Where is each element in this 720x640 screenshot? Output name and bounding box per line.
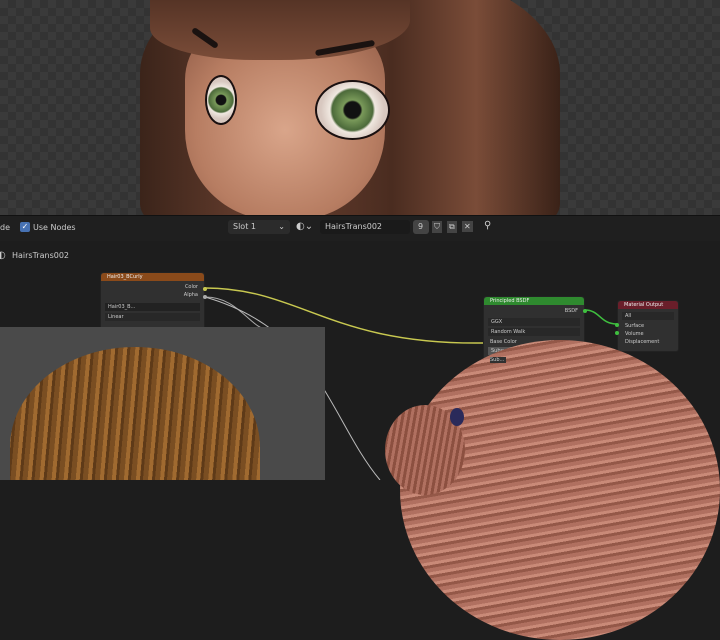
output-color: Color <box>184 284 198 290</box>
alpha-link <box>204 296 271 331</box>
output-bsdf: BSDF <box>564 308 578 314</box>
socket-bsdf[interactable] <box>583 309 587 313</box>
input-displacement: Displacement <box>625 339 660 345</box>
render-hair-tie <box>450 408 464 426</box>
node-title: Hair03_BCurly <box>101 273 204 281</box>
input-subsurface-radius: Sub... <box>490 357 507 363</box>
input-surface: Surface <box>625 323 645 329</box>
output-alpha: Alpha <box>183 292 198 298</box>
socket-volume[interactable] <box>615 331 619 335</box>
material-output-node[interactable]: Material Output All Surface Volume Displ… <box>615 300 679 352</box>
image-field[interactable]: Hair03_B... <box>105 303 200 311</box>
image-texture-node[interactable]: Hair03_BCurly Color Alpha Hair03_B... Li… <box>100 272 207 330</box>
render-hair-head <box>400 340 720 640</box>
bsdf-link <box>584 309 618 325</box>
hair-render-preview <box>0 327 325 480</box>
socket-surface[interactable] <box>615 323 619 327</box>
node-title: Material Output <box>618 301 678 309</box>
socket-color[interactable] <box>203 287 207 291</box>
subsurface-method-dropdown[interactable]: Random Walk <box>488 328 580 336</box>
socket-alpha[interactable] <box>203 295 207 299</box>
interpolation-dropdown[interactable]: Linear <box>105 313 200 321</box>
target-dropdown[interactable]: All <box>622 312 674 320</box>
node-title: Principled BSDF <box>484 297 584 305</box>
render-hair-back <box>10 347 260 480</box>
input-volume: Volume <box>625 331 644 337</box>
distribution-dropdown[interactable]: GGX <box>488 318 580 326</box>
